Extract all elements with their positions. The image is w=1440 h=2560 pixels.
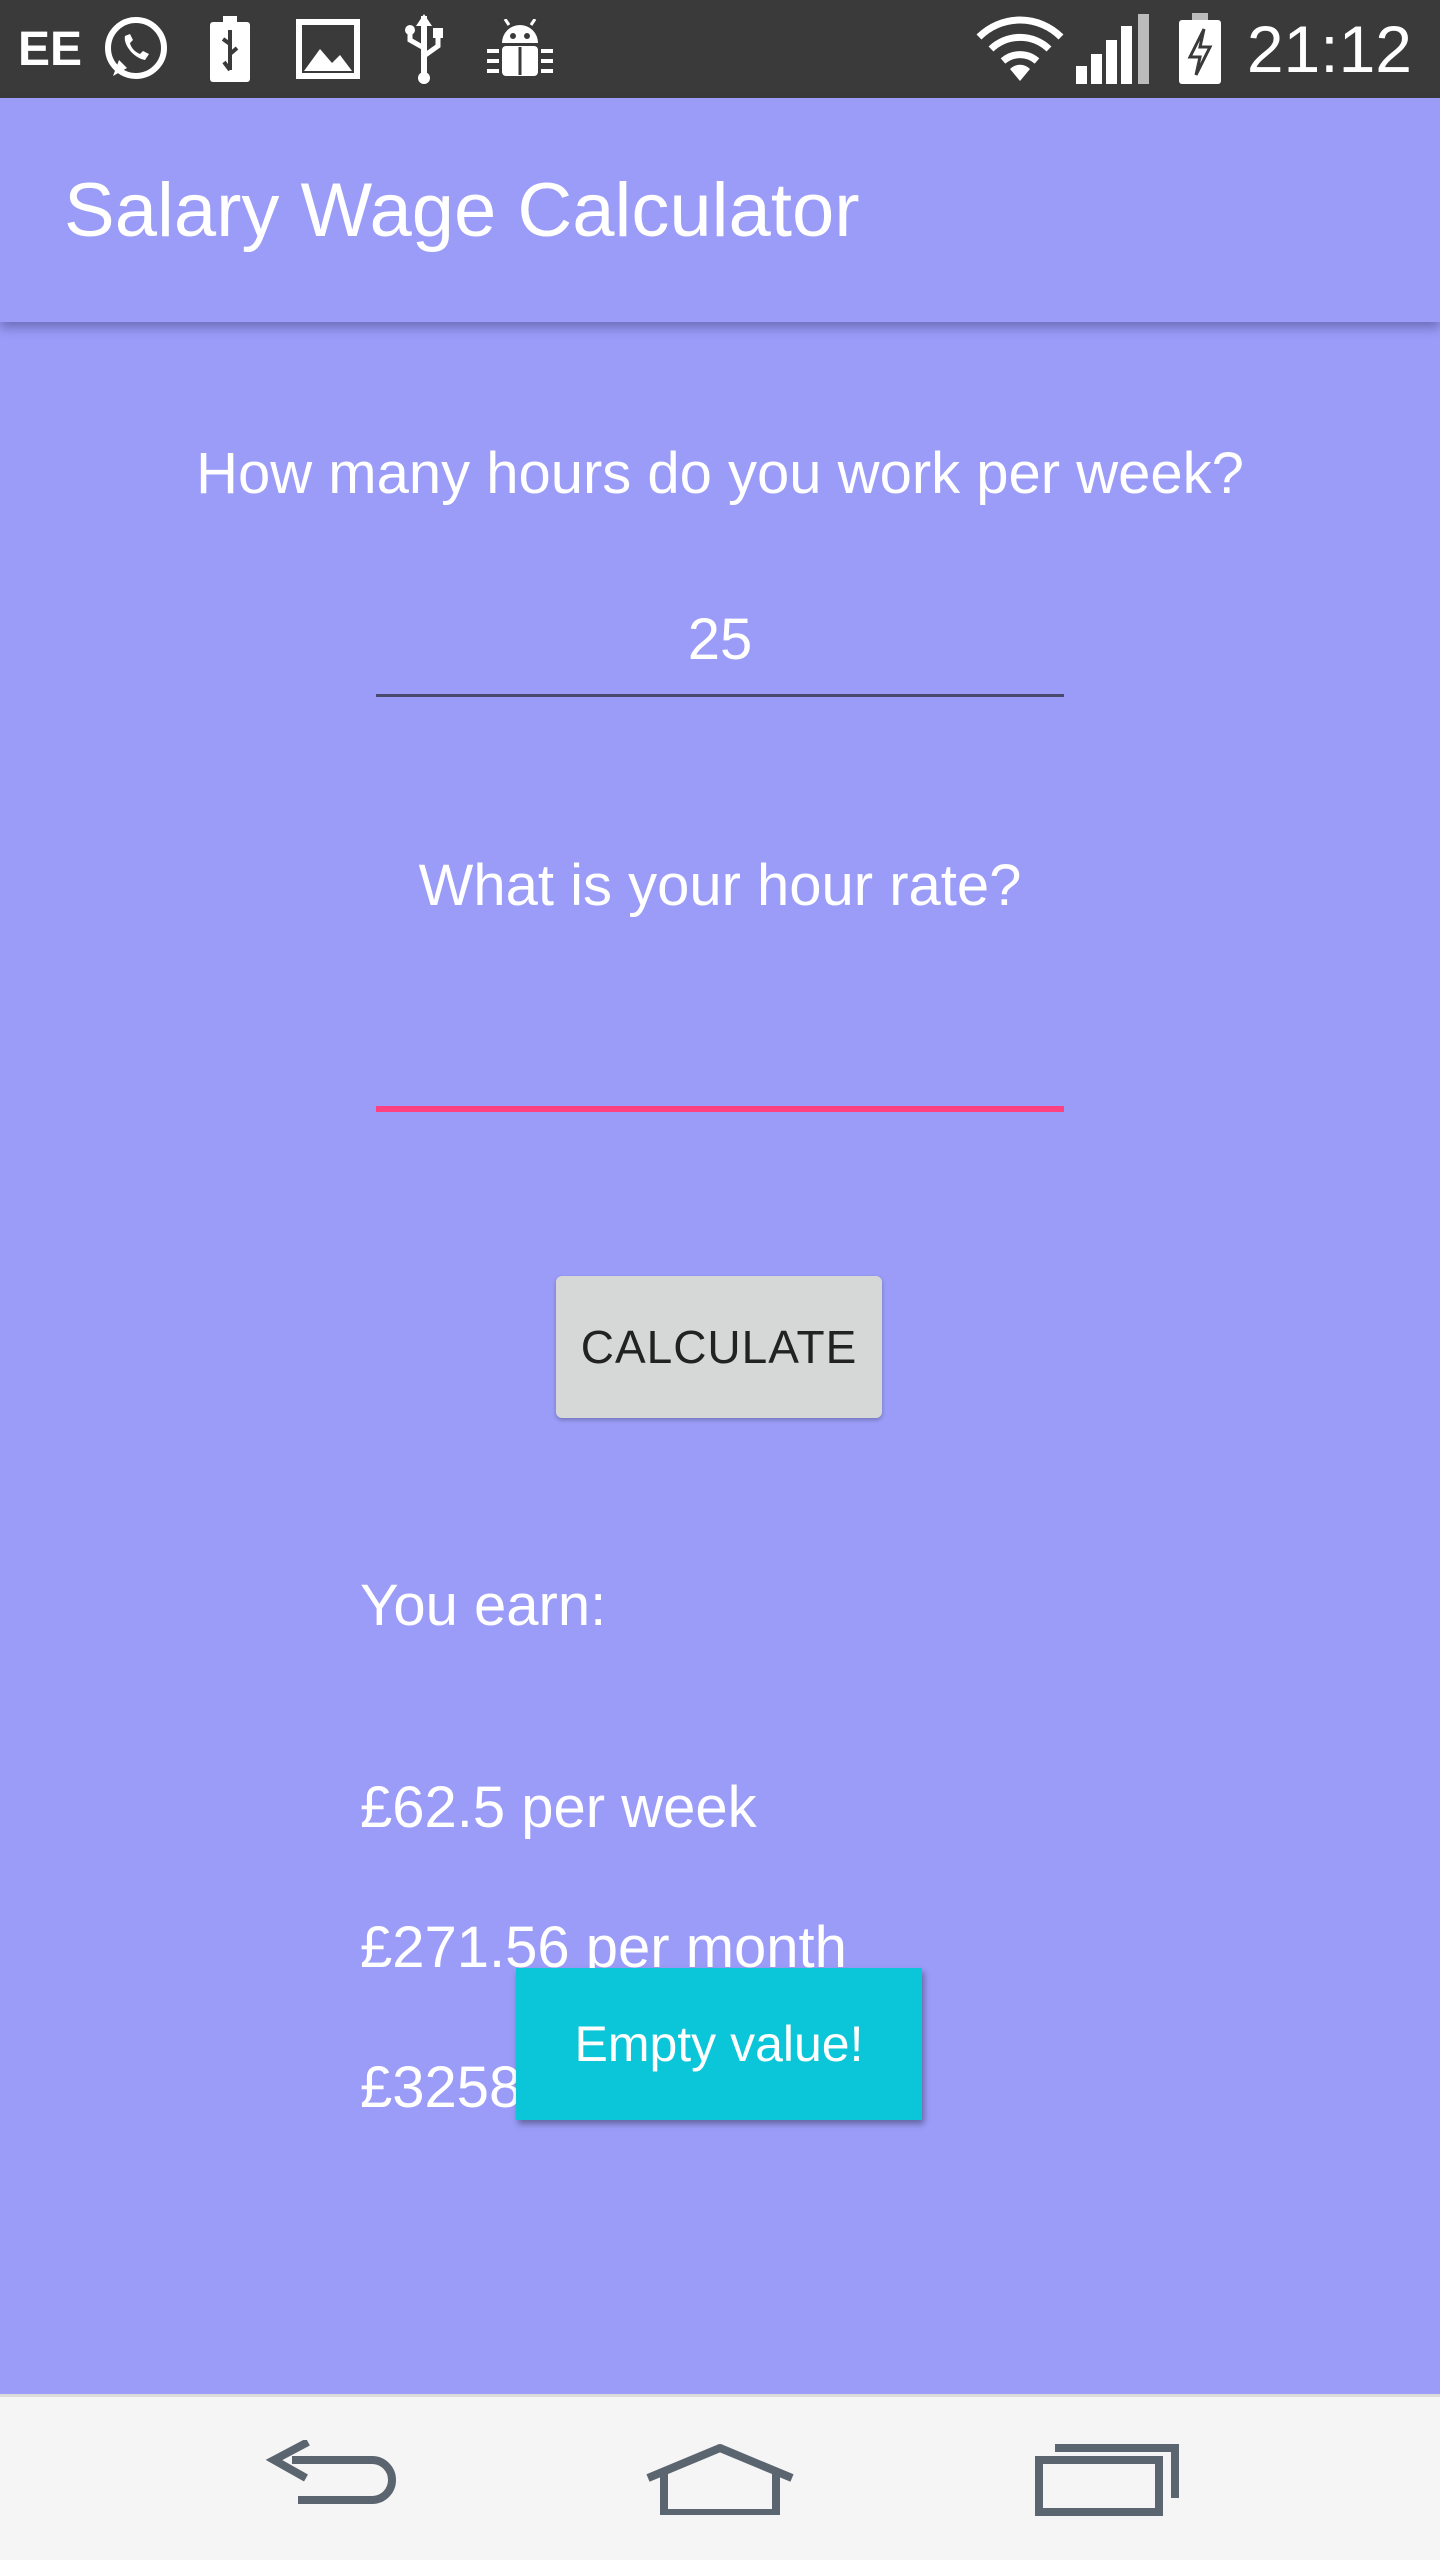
app-title: Salary Wage Calculator — [64, 167, 860, 253]
whatsapp-icon — [98, 0, 174, 98]
calculate-button[interactable]: CALCULATE — [556, 1276, 882, 1418]
home-icon[interactable] — [600, 2397, 840, 2560]
carrier-label: EE — [18, 22, 83, 76]
clock: 21:12 — [1246, 12, 1412, 86]
android-debug-icon — [484, 0, 556, 98]
app-bar: Salary Wage Calculator — [0, 98, 1440, 322]
recent-apps-icon[interactable] — [988, 2397, 1228, 2560]
battery-usb-icon — [198, 0, 262, 98]
you-earn-label: You earn: — [360, 1573, 607, 1638]
image-icon — [290, 0, 366, 98]
hour-rate-input[interactable] — [376, 996, 1064, 1112]
rate-question-label: What is your hour rate? — [418, 853, 1022, 918]
battery-charging-icon — [1168, 0, 1232, 98]
toast-message: Empty value! — [516, 1968, 922, 2120]
usb-icon — [392, 0, 456, 98]
navigation-bar — [0, 2394, 1440, 2560]
wifi-icon — [974, 0, 1066, 98]
status-bar: EE 21:12 — [0, 0, 1440, 98]
signal-icon — [1072, 0, 1156, 98]
back-icon[interactable] — [212, 2397, 452, 2560]
hours-input[interactable] — [376, 584, 1064, 697]
app-screen: EE 21:12 Salary Wage Calculator How many… — [0, 0, 1440, 2560]
weekly-earnings: £62.5 per week — [360, 1775, 757, 1840]
hours-question-label: How many hours do you work per week? — [196, 441, 1244, 506]
